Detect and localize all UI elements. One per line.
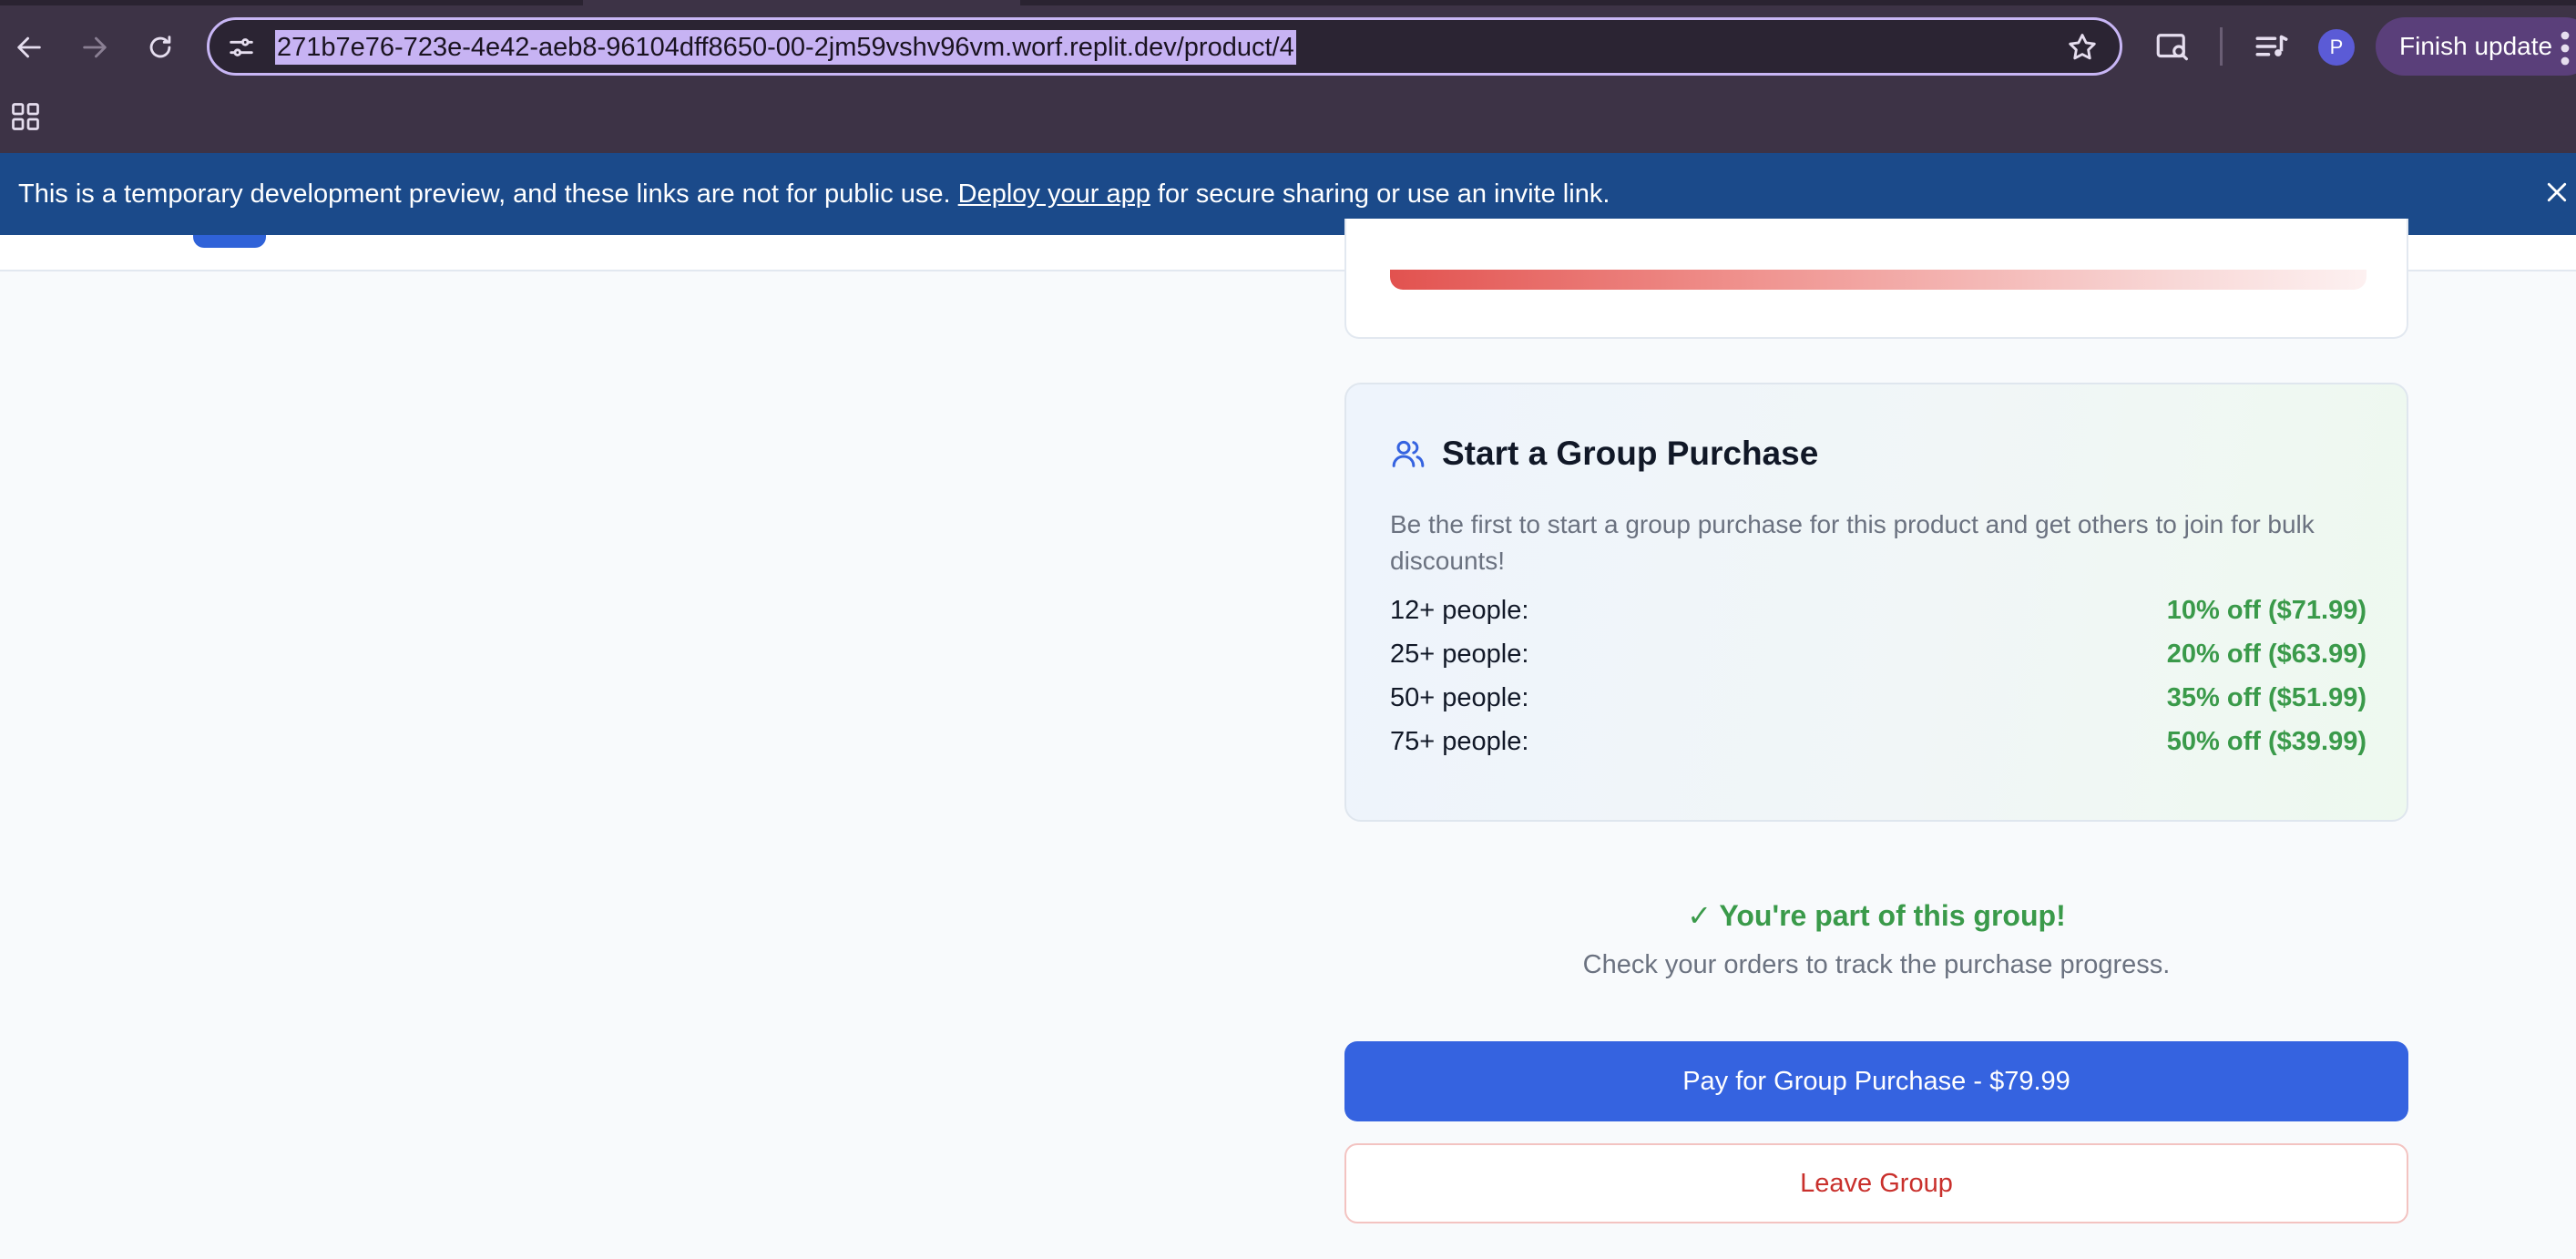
bookmark-star-icon[interactable] xyxy=(2065,30,2100,65)
reload-icon xyxy=(149,36,171,58)
progress-card xyxy=(1344,219,2408,339)
forward-button[interactable] xyxy=(73,26,117,69)
banner-text-before: This is a temporary development preview,… xyxy=(18,179,951,209)
discount-tier-row: 25+ people: 20% off ($63.99) xyxy=(1390,634,2366,674)
tier-label: 12+ people: xyxy=(1390,596,1529,625)
tier-label: 25+ people: xyxy=(1390,640,1529,669)
toolbar-divider xyxy=(2220,27,2223,66)
discount-tier-row: 75+ people: 50% off ($39.99) xyxy=(1390,722,2366,762)
header-primary-button[interactable] xyxy=(193,235,266,248)
tier-discount: 35% off ($51.99) xyxy=(2166,683,2366,712)
reload-button[interactable] xyxy=(138,26,182,69)
menu-icon[interactable] xyxy=(2560,30,2571,67)
apps-grid-icon[interactable] xyxy=(9,100,42,133)
group-joined-status: ✓ You're part of this group! xyxy=(1687,899,2066,932)
discount-tier-row: 50+ people: 35% off ($51.99) xyxy=(1390,678,2366,718)
tier-label: 50+ people: xyxy=(1390,683,1529,712)
progress-bar xyxy=(1390,270,2366,290)
tier-discount: 10% off ($71.99) xyxy=(2166,596,2366,625)
back-button[interactable] xyxy=(7,26,51,69)
discount-tier-row: 12+ people: 10% off ($71.99) xyxy=(1390,590,2366,630)
tier-discount: 20% off ($63.99) xyxy=(2166,640,2366,669)
tab-strip xyxy=(1020,0,2576,5)
back-arrow-icon xyxy=(17,36,41,58)
site-settings-icon[interactable] xyxy=(226,32,257,63)
deploy-app-link[interactable]: Deploy your app xyxy=(958,179,1150,209)
address-bar[interactable]: 271b7e76-723e-4e42-aeb8-96104dff8650-00-… xyxy=(207,17,2122,76)
users-icon xyxy=(1392,440,1425,467)
pay-group-purchase-button[interactable]: Pay for Group Purchase - $79.99 xyxy=(1344,1041,2408,1121)
close-icon[interactable] xyxy=(2543,179,2571,206)
banner-text-after: for secure sharing or use an invite link… xyxy=(1157,179,1610,209)
browser-toolbar: 271b7e76-723e-4e42-aeb8-96104dff8650-00-… xyxy=(0,0,2576,95)
media-controls-icon[interactable] xyxy=(2253,27,2291,66)
group-purchase-card: Start a Group Purchase Be the first to s… xyxy=(1344,383,2408,822)
bookmarks-bar xyxy=(0,95,2576,153)
group-purchase-title: Start a Group Purchase xyxy=(1442,435,1819,472)
leave-group-button[interactable]: Leave Group xyxy=(1344,1143,2408,1223)
group-purchase-description: Be the first to start a group purchase f… xyxy=(1390,510,2315,575)
tab-search-icon[interactable] xyxy=(2153,27,2192,66)
banner-message: This is a temporary development preview,… xyxy=(18,176,1610,212)
profile-avatar[interactable]: P xyxy=(2318,29,2355,66)
url-text[interactable]: 271b7e76-723e-4e42-aeb8-96104dff8650-00-… xyxy=(275,30,1296,65)
finish-update-button[interactable]: Finish update xyxy=(2376,17,2576,76)
tier-label: 75+ people: xyxy=(1390,727,1529,756)
group-joined-subtitle: Check your orders to track the purchase … xyxy=(1582,950,2171,979)
tab-strip xyxy=(0,0,583,5)
tier-discount: 50% off ($39.99) xyxy=(2166,727,2366,756)
forward-arrow-icon xyxy=(83,36,107,58)
